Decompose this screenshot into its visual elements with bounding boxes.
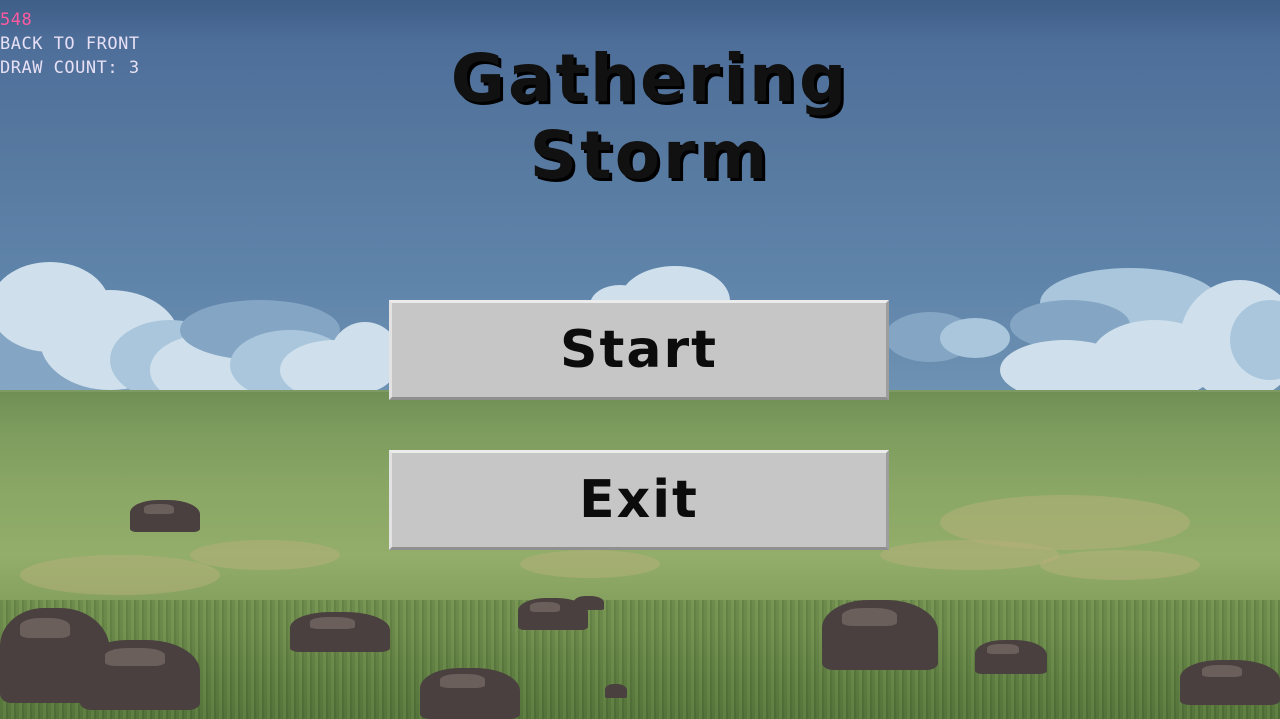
- debug-overlay: 548 BACK TO FRONT DRAW COUNT: 3: [0, 8, 140, 80]
- start-button[interactable]: Start: [389, 300, 889, 400]
- draw-count-label: DRAW COUNT: 3: [0, 58, 140, 78]
- sky-top-band: [0, 0, 1280, 40]
- sort-mode-label: BACK TO FRONT: [0, 34, 140, 54]
- fps-counter: 548: [0, 10, 33, 30]
- game-title: Gathering Storm: [450, 40, 850, 194]
- start-button-label: Start: [560, 320, 718, 380]
- exit-button[interactable]: Exit: [389, 450, 889, 550]
- exit-button-label: Exit: [579, 470, 699, 530]
